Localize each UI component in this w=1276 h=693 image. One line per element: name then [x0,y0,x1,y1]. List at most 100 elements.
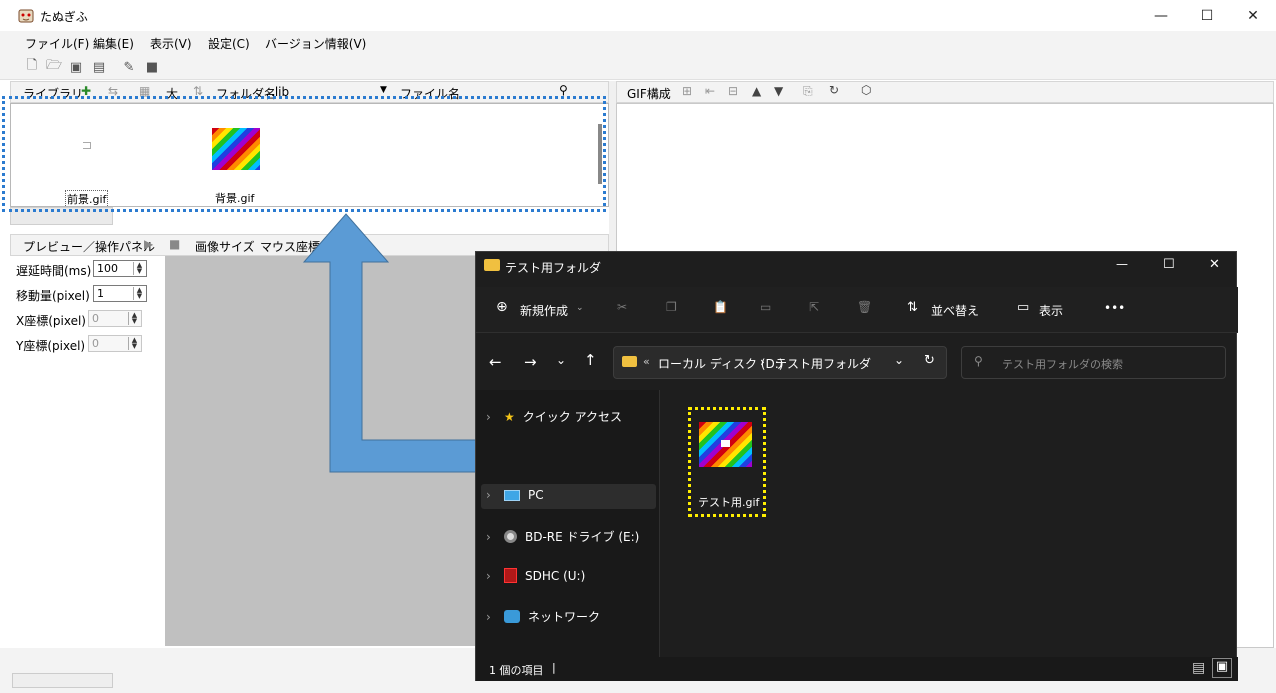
plus-icon[interactable]: ⊕ [496,299,508,315]
move-down-icon[interactable]: ▼ [774,84,783,98]
more-button[interactable]: ••• [1104,301,1125,315]
cube-icon[interactable]: ⬡ [861,83,871,97]
folder-dropdown-icon[interactable]: ▼ [380,85,387,95]
breadcrumb-folder[interactable]: テスト用フォルダ [775,355,871,372]
nav-item-pc[interactable]: › PC [486,488,544,502]
expand-chevron-icon[interactable]: › [486,410,496,424]
new-button[interactable]: 新規作成 [520,302,568,319]
file-highlight [688,407,766,517]
menu-file[interactable]: ファイル(F) [25,35,89,52]
nav-item-bd-drive[interactable]: › BD-RE ドライブ (E:) [486,528,639,545]
cut-icon[interactable]: ✂ [617,300,627,314]
search-box[interactable]: ⚲ テスト用フォルダの検索 [961,346,1226,379]
status-separator: | [552,661,556,674]
refresh-icon[interactable]: ↻ [924,353,935,368]
close-button[interactable]: ✕ [1230,0,1276,31]
view-button[interactable]: 表示 [1039,302,1063,319]
back-arrow-icon[interactable]: ← [489,353,502,371]
nav-item-label: BD-RE ドライブ (E:) [525,530,640,544]
nav-item-label: SDHC (U:) [525,568,586,583]
item-count: 1 個の項目 [489,664,544,677]
nav-item-network[interactable]: › ネットワーク [486,608,600,625]
image-size-label: 画像サイズ [195,240,255,254]
explorer-window: テスト用フォルダ — ☐ ✕ ⊕ 新規作成 ⌄ ✂ ❐ 📋 ▭ ⇱ 🗑 ⇅ 並べ… [475,251,1238,681]
details-view-icon[interactable]: ▤ [1192,660,1205,676]
new-file-icon[interactable]: 🗋 [23,58,41,76]
breadcrumb-separator: › [760,355,765,369]
explorer-maximize-button[interactable]: ☐ [1163,257,1175,272]
gif-toolbar: GIF構成 ⊞ ⇤ ⊟ ▲ ▼ ⎘ ↻ ⬡ [616,81,1274,103]
copy-icon[interactable]: ❐ [666,300,677,314]
breadcrumb-overflow[interactable]: « [643,355,650,368]
stop-icon[interactable]: ■ [143,58,161,76]
address-dropdown-icon[interactable]: ⌄ [894,353,904,367]
delete-icon[interactable]: 🗑 [857,300,872,314]
move-up-icon[interactable]: ▲ [752,84,761,98]
recent-chevron-icon[interactable]: ⌄ [556,353,566,367]
menu-version[interactable]: バージョン情報(V) [265,35,366,52]
library-highlight [2,96,606,212]
add-frame-icon[interactable]: ⊞ [682,84,692,98]
nav-item-quick-access[interactable]: › ★ クイック アクセス [486,408,622,425]
menu-edit[interactable]: 編集(E) [93,35,134,52]
sort-icon[interactable]: ⇅ [907,300,918,315]
gif-panel-label: GIF構成 [627,87,671,101]
sd-card-icon [504,568,517,583]
menu-settings[interactable]: 設定(C) [208,35,250,52]
chevron-down-icon[interactable]: ⌄ [576,303,584,313]
delay-input[interactable]: 100 ▲ ▼ [93,260,147,277]
folder-icon [622,356,637,367]
edit-icon[interactable]: ✎ [120,58,138,76]
disc-icon [504,530,517,543]
share-icon[interactable]: ⇱ [809,300,819,314]
menu-view[interactable]: 表示(V) [150,35,192,52]
folder-icon [484,259,500,271]
nav-item-label: PC [528,488,544,502]
minimize-button[interactable]: — [1138,0,1184,31]
nav-item-label: ネットワーク [528,610,601,624]
forward-arrow-icon[interactable]: → [524,353,537,371]
export-icon[interactable]: ⎘ [803,84,813,99]
play-icon[interactable]: ▶ [144,237,153,251]
large-icons-view-icon[interactable]: ▣ [1212,658,1232,678]
explorer-status-bar: 1 個の項目 | ▤ ▣ [476,657,1238,681]
stop-icon[interactable]: ■ [169,237,180,251]
search-icon: ⚲ [974,354,983,368]
nav-item-sdhc[interactable]: › SDHC (U:) [486,568,585,583]
up-arrow-icon[interactable]: ↑ [584,351,597,369]
delay-label: 遅延時間(ms) [16,264,92,278]
expand-chevron-icon[interactable]: › [486,610,496,624]
sort-button[interactable]: 並べ替え [931,302,979,319]
maximize-button[interactable]: ☐ [1184,0,1230,31]
expand-chevron-icon[interactable]: › [486,488,496,502]
y-coord-label: Y座標(pixel) [16,339,86,353]
paste-icon[interactable]: 📋 [713,300,728,314]
explorer-command-bar: ⊕ 新規作成 ⌄ ✂ ❐ 📋 ▭ ⇱ 🗑 ⇅ 並べ替え ▭ 表示 ••• [476,287,1238,333]
y-coord-input[interactable]: 0 ▲ ▼ [88,335,142,352]
expand-chevron-icon[interactable]: › [486,530,496,544]
open-file-icon[interactable]: 🗁 [45,58,63,76]
network-icon [504,610,520,623]
expand-chevron-icon[interactable]: › [486,569,496,583]
address-bar[interactable]: « ローカル ディスク (D:) › テスト用フォルダ ⌄ ↻ [613,346,947,379]
app-icon [18,8,34,24]
save-icon[interactable]: ▣ [67,58,85,76]
move-input[interactable]: 1 ▲ ▼ [93,285,147,302]
explorer-close-button[interactable]: ✕ [1209,257,1220,272]
title-bar [0,0,1276,31]
app-title: たぬぎふ [40,10,88,24]
status-field [12,673,113,688]
view-icon[interactable]: ▭ [1017,300,1029,315]
x-coord-input[interactable]: 0 ▲ ▼ [88,310,142,327]
rename-icon[interactable]: ▭ [760,300,771,314]
x-coord-label: X座標(pixel) [16,314,86,328]
monitor-icon [504,489,520,501]
explorer-minimize-button[interactable]: — [1116,257,1128,271]
explorer-title: テスト用フォルダ [505,261,602,275]
insert-frame-icon[interactable]: ⇤ [705,84,715,98]
move-label: 移動量(pixel) [16,289,90,303]
refresh-icon[interactable]: ↻ [829,83,839,97]
search-icon[interactable]: ⚲ [559,83,568,97]
remove-frame-icon[interactable]: ⊟ [728,84,738,98]
save-as-icon[interactable]: ▤ [90,58,108,76]
